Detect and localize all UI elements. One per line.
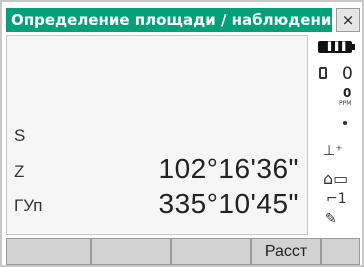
softkey-bar: Расст (6, 238, 360, 265)
window-title: Определение площади / наблюдения (6, 8, 332, 32)
status-bar: ▌▌▌ 0 0 PPM ⊥⁺ ⌂▭ ⌐1 ✎ (312, 35, 360, 235)
softkey-1[interactable] (6, 238, 91, 265)
ppm-value: 0 (343, 86, 352, 100)
close-icon: × (341, 11, 355, 29)
prism-icon (319, 67, 327, 79)
close-button[interactable]: × (336, 8, 360, 32)
zenith-angle-value: 102°16'36" (158, 153, 299, 184)
softkey-3[interactable] (171, 238, 251, 265)
instrument-icon[interactable]: ⌂▭ (323, 169, 348, 188)
softkey-5[interactable] (321, 238, 360, 265)
horizontal-angle-value: 335°10'45" (158, 188, 299, 219)
battery-icon: ▌▌▌ (318, 41, 355, 53)
tilt-icon[interactable]: ⊥⁺ (323, 143, 343, 159)
ppm-label: PPM (339, 100, 352, 107)
measurement-screen: Определение площади / наблюдения × S Z 1… (0, 0, 364, 267)
laser-icon (343, 121, 347, 125)
softkey-distance[interactable]: Расст (251, 238, 321, 265)
softkey-2[interactable] (91, 238, 171, 265)
input-mode-icon[interactable]: ✎ (325, 211, 337, 227)
face-indicator: ⌐1 (326, 191, 347, 207)
slope-distance-label: S (14, 126, 26, 145)
face-label: 1 (337, 191, 347, 207)
prism-constant: 0 (342, 64, 353, 84)
zenith-angle-label: Z (14, 162, 25, 181)
horizontal-angle-label: ГУп (14, 196, 43, 215)
measurement-panel: S Z 102°16'36" ГУп 335°10'45" (6, 35, 308, 235)
